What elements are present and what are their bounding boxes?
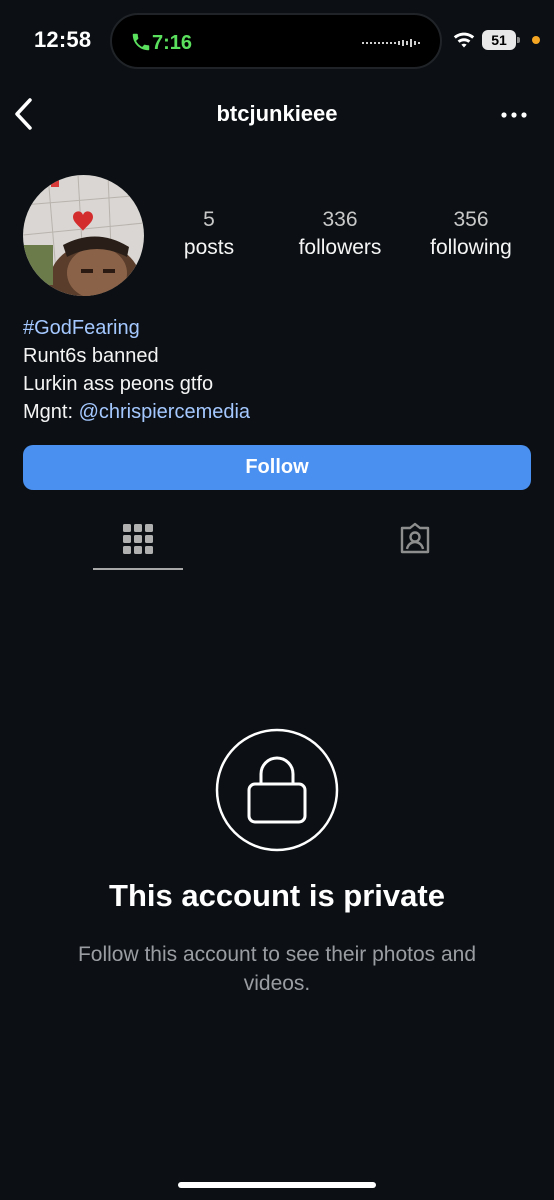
stat-posts: 5 posts [139,206,279,262]
following-label: following [430,236,512,259]
call-timer: 7:16 [152,32,193,54]
profile-avatar[interactable] [23,175,144,296]
battery-icon: 51 [482,30,520,50]
private-account-description: Follow this account to see their photos … [77,943,477,995]
active-tab-indicator [93,568,183,570]
bio-line-mgmt: Mgnt: @chrispiercemedia [23,398,250,426]
profile-bio: #GodFearing Runt6s banned Lurkin ass peo… [23,314,250,426]
waveform-icon [362,39,420,47]
posts-count: 5 [203,208,215,231]
wifi-icon [453,32,475,48]
tab-tagged[interactable] [370,512,460,570]
tagged-person-icon [400,522,430,554]
follow-button[interactable]: Follow [23,445,531,490]
grid-icon [123,524,153,554]
dynamic-island-call[interactable]: 7:16 [110,13,442,69]
followers-count: 336 [322,208,358,231]
private-account-title: This account is private [109,878,445,913]
phone-icon [132,33,150,51]
profile-username: btcjunkieee [216,101,338,126]
more-options-icon[interactable] [500,108,528,122]
posts-label: posts [183,236,235,259]
privacy-dot-indicator [532,36,540,44]
lock-icon [215,728,339,852]
status-bar: 12:58 7:16 51 [0,0,554,80]
following-count: 356 [453,208,489,231]
stat-followers[interactable]: 336 followers [270,206,410,262]
bio-line-3: Lurkin ass peons gtfo [23,373,214,395]
followers-label: followers [298,236,382,259]
bio-hashtag-link[interactable]: #GodFearing [23,314,250,342]
home-indicator[interactable] [178,1182,376,1188]
bio-mgmt-prefix: Mgnt: [23,401,79,423]
tab-posts-grid[interactable] [93,512,183,570]
avatar-photo [23,175,144,296]
bio-line-2: Runt6s banned [23,345,159,367]
stat-following[interactable]: 356 following [401,206,541,262]
bio-mention-link[interactable]: @chrispiercemedia [79,401,250,423]
status-time: 12:58 [34,27,92,52]
